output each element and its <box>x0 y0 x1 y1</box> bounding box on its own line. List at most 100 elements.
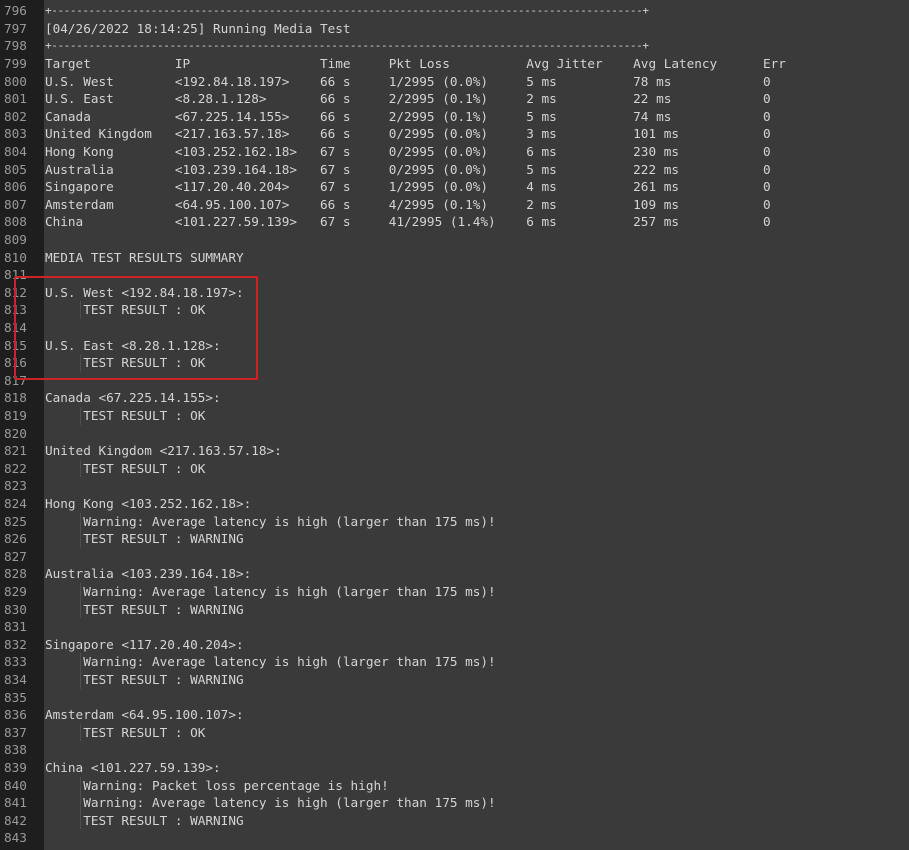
line-number: 835 <box>4 689 27 705</box>
log-text: Warning: Average latency is high (larger… <box>45 795 496 811</box>
log-line: 800 U.S. West <192.84.18.197> 66 s 1/2995… <box>0 73 909 91</box>
log-line: 815 U.S. East <8.28.1.128>: <box>0 337 909 355</box>
log-text: U.S. West <192.84.18.197> 66 s 1/2995 (0… <box>45 73 771 89</box>
indent-guide <box>80 512 81 548</box>
log-text: Canada <67.225.14.155> 66 s 2/2995 (0.1%… <box>45 108 771 124</box>
line-number: 838 <box>4 742 27 758</box>
log-line: 818 Canada <67.225.14.155>: <box>0 389 909 407</box>
log-line: 802 Canada <67.225.14.155> 66 s 2/2995 (0… <box>0 108 909 126</box>
log-text: TEST RESULT : OK <box>45 408 206 423</box>
log-text: Warning: Average latency is high (larger… <box>45 513 496 529</box>
line-number: 836 <box>4 707 27 723</box>
line-number: 822 <box>4 460 27 476</box>
log-line: 810 MEDIA TEST RESULTS SUMMARY <box>0 249 909 267</box>
log-line: 803 United Kingdom <217.163.57.18> 66 s 0… <box>0 125 909 143</box>
log-line: 834 TEST RESULT : WARNING <box>0 671 909 689</box>
log-text: United Kingdom <217.163.57.18>: <box>45 443 282 459</box>
log-line: 843 <box>0 829 909 847</box>
line-number: 832 <box>4 636 27 652</box>
line-number: 827 <box>4 548 27 564</box>
line-number: 830 <box>4 601 27 617</box>
log-text: Target IP Time Pkt Loss Avg Jitter Avg L… <box>45 56 786 71</box>
log-line: 827 <box>0 548 909 566</box>
log-text: U.S. East <8.28.1.128>: <box>45 337 221 353</box>
log-line: 829 Warning: Average latency is high (la… <box>0 583 909 601</box>
log-line: 839 China <101.227.59.139>: <box>0 759 909 777</box>
line-number: 831 <box>4 619 27 635</box>
log-text: Warning: Average latency is high (larger… <box>45 584 496 599</box>
log-line: 811 <box>0 266 909 284</box>
indent-guide <box>80 583 81 619</box>
log-line: 821 United Kingdom <217.163.57.18>: <box>0 442 909 460</box>
log-text: TEST RESULT : OK <box>45 355 206 371</box>
log-line: 809 <box>0 231 909 249</box>
line-number: 840 <box>4 777 27 793</box>
log-line: 799 Target IP Time Pkt Loss Avg Jitter Av… <box>0 55 909 73</box>
log-text: Singapore <117.20.40.204> 67 s 1/2995 (0… <box>45 179 771 195</box>
log-viewer: 796 +------------------------------------… <box>0 0 909 850</box>
log-line: 813 TEST RESULT : OK <box>0 301 909 319</box>
log-text: Singapore <117.20.40.204>: <box>45 636 244 652</box>
line-number: 802 <box>4 108 27 124</box>
line-number: 843 <box>4 830 27 846</box>
line-number: 824 <box>4 496 27 511</box>
line-number: 801 <box>4 91 27 107</box>
log-line: 804 Hong Kong <103.252.162.18> 67 s 0/299… <box>0 143 909 161</box>
indent-guide <box>80 653 81 689</box>
line-number: 818 <box>4 390 27 406</box>
line-number: 811 <box>4 267 27 283</box>
log-line: 840 Warning: Packet loss percentage is h… <box>0 777 909 795</box>
line-number: 829 <box>4 584 27 599</box>
log-text: TEST RESULT : OK <box>45 460 206 476</box>
line-number: 799 <box>4 56 27 71</box>
line-number: 807 <box>4 196 27 212</box>
indent-guide <box>80 354 81 372</box>
log-text: Australia <103.239.164.18> 67 s 0/2995 (… <box>45 161 771 177</box>
log-text: TEST RESULT : WARNING <box>45 812 244 828</box>
log-line: 828 Australia <103.239.164.18>: <box>0 565 909 583</box>
log-line: 796 +------------------------------------… <box>0 2 909 20</box>
line-number: 828 <box>4 566 27 582</box>
log-text: TEST RESULT : WARNING <box>45 601 244 617</box>
line-number: 826 <box>4 531 27 547</box>
separator-line: +---------------------------------------… <box>45 4 649 18</box>
log-text: U.S. East <8.28.1.128> 66 s 2/2995 (0.1%… <box>45 91 771 107</box>
line-number: 812 <box>4 284 27 300</box>
log-text: Amsterdam <64.95.100.107>: <box>45 707 244 723</box>
log-line: 798 +------------------------------------… <box>0 37 909 55</box>
log-line: 797 [04/26/2022 18:14:25] Running Media T… <box>0 20 909 38</box>
log-text: TEST RESULT : OK <box>45 724 206 740</box>
indent-guide <box>80 407 81 425</box>
log-text: China <101.227.59.139>: <box>45 760 221 775</box>
line-number: 837 <box>4 724 27 740</box>
line-number: 834 <box>4 672 27 687</box>
log-line: 842 TEST RESULT : WARNING <box>0 812 909 830</box>
line-number: 823 <box>4 478 27 494</box>
line-number: 809 <box>4 232 27 247</box>
log-text: Australia <103.239.164.18>: <box>45 566 252 582</box>
log-text: Amsterdam <64.95.100.107> 66 s 4/2995 (0… <box>45 196 771 212</box>
log-line: 805 Australia <103.239.164.18> 67 s 0/299… <box>0 161 909 179</box>
indent-guide <box>80 301 81 319</box>
line-number: 839 <box>4 760 27 775</box>
log-text: United Kingdom <217.163.57.18> 66 s 0/29… <box>45 126 771 142</box>
log-line: 822 TEST RESULT : OK <box>0 460 909 478</box>
indent-guide <box>80 776 81 830</box>
line-number: 804 <box>4 144 27 159</box>
log-line: 833 Warning: Average latency is high (la… <box>0 653 909 671</box>
log-line: 823 <box>0 477 909 495</box>
line-number: 806 <box>4 179 27 195</box>
log-line: 817 <box>0 372 909 390</box>
line-number: 816 <box>4 355 27 371</box>
log-text: Canada <67.225.14.155>: <box>45 390 221 406</box>
line-number: 842 <box>4 812 27 828</box>
log-line: 812 U.S. West <192.84.18.197>: <box>0 284 909 302</box>
log-text: Hong Kong <103.252.162.18> 67 s 0/2995 (… <box>45 144 771 159</box>
log-line: 826 TEST RESULT : WARNING <box>0 530 909 548</box>
log-line: 808 China <101.227.59.139> 67 s 41/2995 (… <box>0 213 909 231</box>
log-text: [04/26/2022 18:14:25] Running Media Test <box>45 20 351 36</box>
log-text: TEST RESULT : OK <box>45 302 206 318</box>
log-line: 814 <box>0 319 909 337</box>
log-line: 824 Hong Kong <103.252.162.18>: <box>0 495 909 513</box>
line-number: 814 <box>4 320 27 335</box>
